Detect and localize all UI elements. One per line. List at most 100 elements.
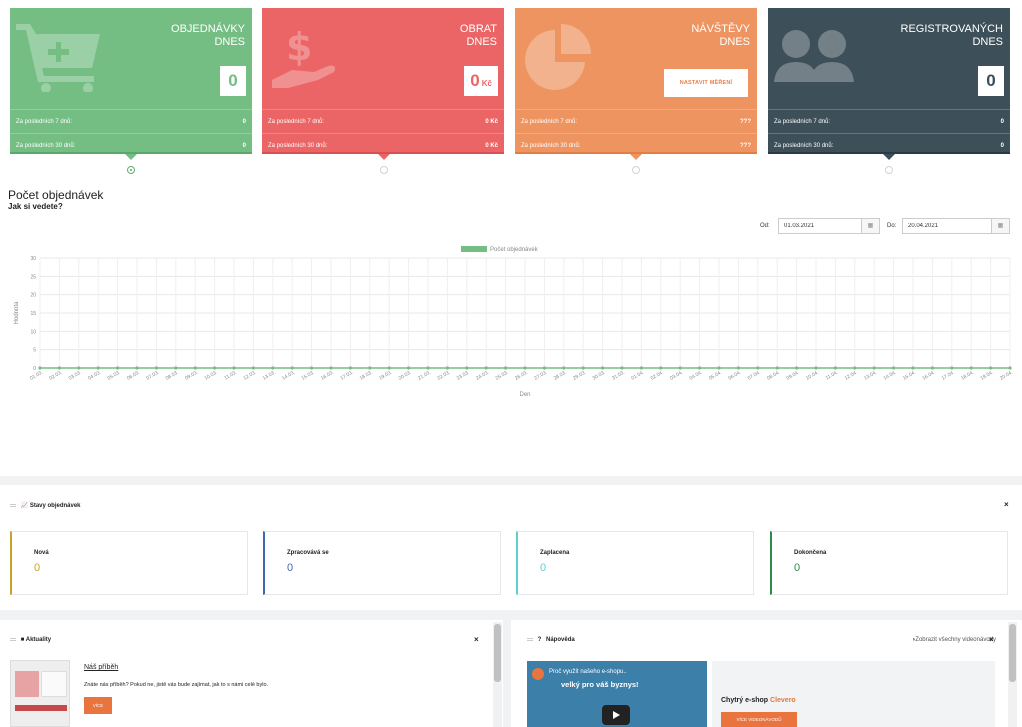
clevero-logo (532, 668, 544, 680)
card-row-7-days: Za posledních 7 dnů: 0 (10, 109, 252, 133)
x-tick-label: 27.03. (533, 370, 548, 382)
data-point (193, 366, 197, 370)
date-from-input[interactable] (778, 218, 862, 234)
card-row-7-days: Za posledních 7 dnů: 0 Kč (262, 109, 504, 133)
news-thumbnail[interactable] (10, 660, 70, 727)
x-tick-label: 02.04. (650, 370, 665, 382)
y-tick-label: 0 (33, 366, 36, 372)
data-point (504, 366, 508, 370)
data-point (96, 366, 100, 370)
data-point (387, 366, 391, 370)
state-paid[interactable]: Zaplacena 0 (516, 531, 754, 595)
data-point (57, 366, 62, 370)
carousel-dot-1[interactable] (127, 166, 135, 174)
y-tick-label: 25 (30, 274, 36, 280)
more-video-guides-button[interactable]: VÍCE VIDEONÁVODŮ (721, 712, 797, 727)
play-button-icon[interactable] (602, 705, 630, 725)
state-processing[interactable]: Zpracovává se 0 (263, 531, 501, 595)
x-tick-label: 08.03. (165, 370, 180, 382)
card-title: OBJEDNÁVKY DNES (171, 23, 245, 48)
x-tick-label: 16.03. (320, 370, 335, 382)
card-registered-today[interactable]: REGISTROVANÝCH DNES 0 Za posledních 7 dnů… (768, 8, 1010, 154)
card-row-30-days: Za posledních 30 dnů: 0 (768, 133, 1010, 154)
x-tick-label: 11.04. (825, 370, 840, 382)
x-tick-label: 05.04. (708, 370, 723, 382)
data-point (213, 366, 217, 370)
calendar-icon[interactable]: ▦ (862, 218, 880, 234)
card-value: 0 Kč (464, 66, 498, 96)
drag-handle-icon[interactable] (10, 503, 16, 507)
money-hand-icon: $ (272, 25, 336, 88)
x-tick-label: 18.04. (960, 370, 975, 382)
scrollbar-thumb[interactable] (494, 624, 501, 682)
data-point (348, 366, 352, 370)
card-turnover-today[interactable]: $ OBRAT DNES 0 Kč Za posledních 7 dnů: 0 Kč… (262, 8, 504, 154)
data-point (484, 366, 488, 370)
video-caption: velký pro váš byznys! (561, 680, 639, 689)
close-icon[interactable]: × (474, 635, 479, 644)
card-visits-today[interactable]: NÁVŠTĚVY DNES NASTAVIT MĚŘENÍ Za poslední… (515, 8, 757, 154)
date-to-input[interactable] (902, 218, 992, 234)
x-tick-label: 15.03. (301, 370, 316, 382)
news-scrollbar[interactable] (493, 622, 502, 727)
section-gap (0, 610, 1022, 620)
data-point (542, 366, 547, 370)
calendar-icon[interactable]: ▦ (992, 218, 1010, 234)
order-states-section: 📈 Stavy objednávek × Nová 0 Zpracovává s… (0, 485, 1022, 610)
x-tick-label: 11.03. (223, 370, 238, 382)
card-pointer (883, 154, 895, 160)
carousel-dot-3[interactable] (632, 166, 640, 174)
help-scrollbar[interactable] (1008, 622, 1017, 727)
card-row-30-days: Za posledních 30 dnů:??? (515, 133, 757, 154)
x-tick-label: 16.04. (921, 370, 936, 382)
x-tick-label: 13.03. (262, 370, 277, 382)
x-tick-label: 17.03. (339, 370, 354, 382)
card-row-30-days: Za posledních 30 dnů: 0 (10, 133, 252, 154)
card-row-7-days: Za posledních 7 dnů:??? (515, 109, 757, 133)
close-icon[interactable]: × (989, 635, 994, 644)
x-tick-label: 17.04. (941, 370, 956, 382)
carousel-dot-2[interactable] (380, 166, 388, 174)
data-point (756, 366, 760, 370)
x-tick-label: 28.03. (553, 370, 568, 382)
data-point (717, 366, 721, 370)
data-point (775, 366, 779, 370)
data-point (659, 366, 663, 370)
x-tick-label: 19.03. (378, 370, 393, 382)
y-tick-label: 30 (30, 256, 36, 262)
question-icon: ? (537, 637, 542, 643)
data-point (38, 366, 42, 370)
show-all-videos-link[interactable]: ◑Zobrazit všechny videonávody (912, 637, 996, 643)
help-video[interactable]: Proč využít našeho e-shopu.. velký pro v… (527, 661, 707, 727)
data-point (368, 366, 372, 370)
data-point (930, 366, 935, 370)
x-axis-label: Den (519, 392, 530, 398)
x-tick-label: 18.03. (359, 370, 374, 382)
state-completed[interactable]: Dokončena 0 (770, 531, 1008, 595)
news-panel: ■ Aktuality × Náš příběh Znáte nás příbě… (0, 620, 503, 727)
x-tick-label: 05.03. (107, 370, 122, 382)
news-more-button[interactable]: VÍCE (84, 697, 112, 714)
x-tick-label: 06.04. (727, 370, 742, 382)
carousel-dot-4[interactable] (885, 166, 893, 174)
x-tick-label: 19.04. (980, 370, 995, 382)
card-title: OBRAT DNES (459, 23, 497, 48)
x-tick-label: 02.03. (48, 370, 63, 382)
card-orders-today[interactable]: OBJEDNÁVKY DNES 0 Za posledních 7 dnů: 0 Z… (10, 8, 252, 154)
x-tick-label: 07.04. (747, 370, 762, 382)
legend-label: Počet objednávek (490, 247, 539, 253)
close-icon[interactable]: × (1004, 500, 1009, 509)
y-axis-label: Hodnota (14, 301, 20, 324)
scrollbar-thumb[interactable] (1009, 624, 1016, 682)
data-point (989, 366, 993, 370)
news-link[interactable]: Náš příběh (84, 664, 118, 671)
data-point (620, 366, 624, 370)
data-point (310, 366, 314, 370)
orders-subtitle: Jak si vedete? (8, 202, 63, 211)
x-tick-label: 31.03. (611, 370, 626, 382)
drag-handle-icon[interactable] (10, 637, 16, 641)
drag-handle-icon[interactable] (527, 637, 533, 641)
x-tick-label: 24.03. (475, 370, 490, 382)
set-tracking-button[interactable]: NASTAVIT MĚŘENÍ (664, 69, 748, 97)
state-new[interactable]: Nová 0 (10, 531, 248, 595)
